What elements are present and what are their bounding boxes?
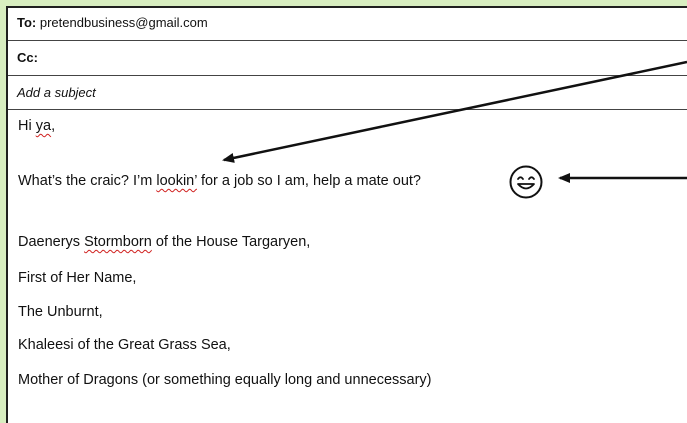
message-greeting[interactable]: Hi ya, bbox=[18, 118, 55, 134]
cc-field[interactable]: Cc: bbox=[8, 41, 687, 76]
signature-line-4[interactable]: Khaleesi of the Great Grass Sea, bbox=[18, 337, 231, 353]
misspelled-word[interactable]: lookin’ bbox=[156, 173, 197, 189]
message-line[interactable]: What’s the craic? I’m lookin’ for a job … bbox=[18, 173, 421, 189]
misspelled-word[interactable]: ya bbox=[36, 118, 51, 134]
signature-text: Daenerys bbox=[18, 234, 85, 250]
cc-label: Cc: bbox=[17, 50, 38, 65]
message-text-end: for a job so I am, help a mate out? bbox=[196, 173, 421, 189]
message-text-start: What’s the craic? I’m bbox=[18, 173, 157, 189]
to-label: To: bbox=[17, 15, 37, 30]
email-compose-window: To: pretendbusiness@gmail.com Cc: Add a … bbox=[6, 6, 687, 423]
misspelled-word[interactable]: Stormborn bbox=[84, 234, 152, 250]
to-recipient[interactable]: pretendbusiness@gmail.com bbox=[40, 15, 208, 30]
signature-line-2[interactable]: First of Her Name, bbox=[18, 270, 136, 286]
subject-placeholder: Add a subject bbox=[17, 85, 96, 100]
to-field[interactable]: To: pretendbusiness@gmail.com bbox=[8, 8, 687, 41]
signature-line-1[interactable]: Daenerys Stormborn of the House Targarye… bbox=[18, 234, 310, 250]
greeting-punctuation: , bbox=[51, 118, 56, 134]
signature-line-3[interactable]: The Unburnt, bbox=[18, 304, 103, 320]
signature-line-5[interactable]: Mother of Dragons (or something equally … bbox=[18, 372, 431, 388]
signature-text: of the House Targaryen, bbox=[151, 234, 311, 250]
subject-field[interactable]: Add a subject bbox=[8, 76, 687, 110]
greeting-text: Hi bbox=[18, 118, 36, 134]
smiling-face-icon bbox=[509, 165, 543, 199]
